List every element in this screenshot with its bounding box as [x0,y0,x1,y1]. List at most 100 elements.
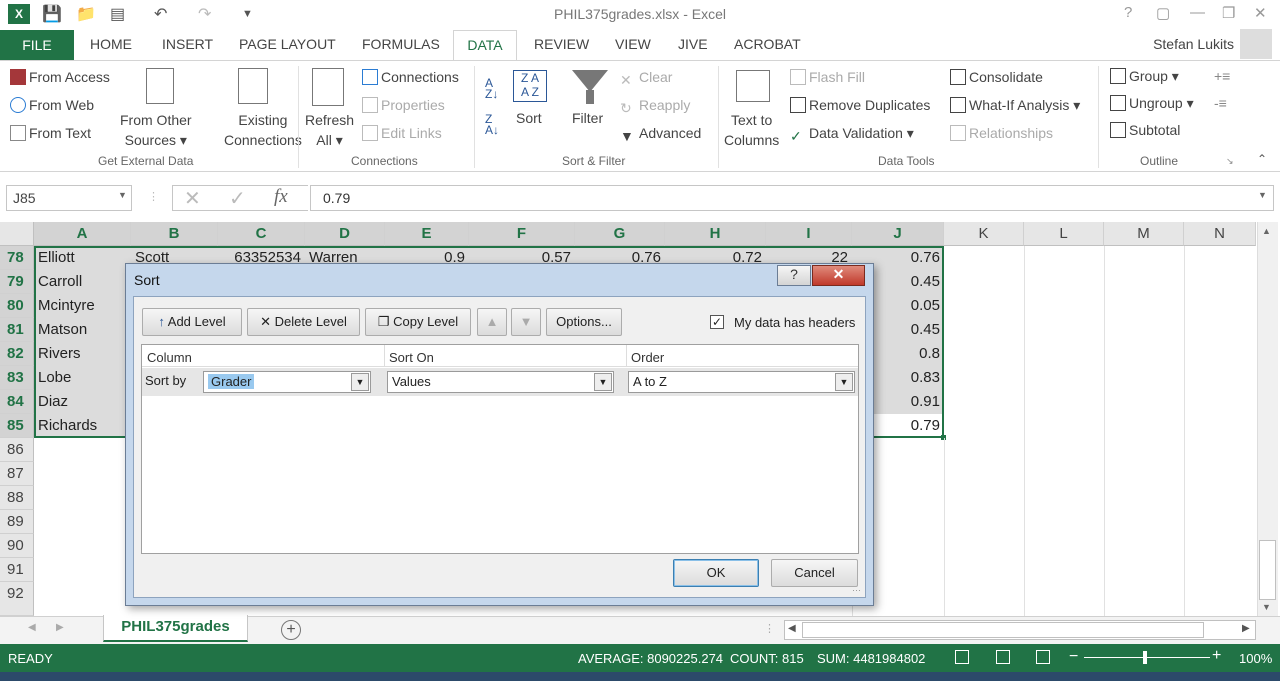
row-header[interactable]: 85 [0,414,34,438]
tab-formulas[interactable]: FORMULAS [362,36,440,52]
ribbon-display-icon[interactable]: ▢ [1156,4,1170,22]
scroll-left-icon[interactable]: ◀ [788,623,796,634]
options-button[interactable]: Options... [546,308,622,336]
move-up-button[interactable]: ▲ [477,308,507,336]
from-web-button[interactable]: From Web [10,97,94,113]
row-header[interactable]: 82 [0,342,34,366]
dialog-launcher-icon[interactable]: ↘ [1226,156,1234,167]
tab-home[interactable]: HOME [90,36,132,52]
move-down-button[interactable]: ▼ [511,308,541,336]
row-header[interactable]: 81 [0,318,34,342]
tab-data[interactable]: DATA [453,30,517,61]
delete-level-button[interactable]: ✕ Delete Level [247,308,360,336]
tab-insert[interactable]: INSERT [162,36,213,52]
column-header[interactable]: F [469,222,575,246]
from-access-button[interactable]: From Access [10,69,110,85]
restore-icon[interactable]: ❐ [1222,4,1235,22]
sort-ascending-icon[interactable]: A Z↓ [485,77,498,100]
select-all-button[interactable] [0,222,34,246]
zoom-slider-thumb[interactable] [1143,651,1147,664]
column-header[interactable]: L [1024,222,1104,246]
cell[interactable]: Richards [34,414,131,438]
column-header[interactable]: N [1184,222,1256,246]
close-icon[interactable]: ✕ [1254,4,1267,22]
ok-button[interactable]: OK [673,559,759,587]
tab-acrobat[interactable]: ACROBAT [734,36,801,52]
scroll-right-icon[interactable]: ▶ [1242,623,1250,634]
cell[interactable]: Rivers [34,342,131,366]
headers-checkbox-label[interactable]: My data has headers [734,315,855,330]
column-header[interactable]: E [385,222,469,246]
column-header[interactable]: C [218,222,305,246]
cell[interactable]: Lobe [34,366,131,390]
filter-button[interactable]: Filter [572,110,603,126]
row-header[interactable]: 78 [0,246,34,270]
tab-file[interactable]: FILE [0,30,74,60]
scroll-up-icon[interactable]: ▲ [1262,226,1271,236]
column-header[interactable]: I [766,222,852,246]
zoom-in-icon[interactable]: + [1212,647,1221,665]
user-name[interactable]: Stefan Lukits [1153,36,1234,52]
row-header[interactable]: 89 [0,510,34,534]
connections-button[interactable]: Connections [362,69,459,85]
copy-level-button[interactable]: ❐ Copy Level [365,308,471,336]
vertical-scroll-thumb[interactable] [1259,540,1276,600]
prev-sheet-icon[interactable]: ◀ [28,622,36,633]
tab-view[interactable]: VIEW [615,36,651,52]
row-header[interactable]: 84 [0,390,34,414]
name-box-dropdown-icon[interactable]: ▼ [118,190,127,200]
sort-descending-icon[interactable]: Z A↓ [485,113,499,136]
scroll-down-icon[interactable]: ▼ [1262,602,1271,612]
cancel-formula-icon[interactable]: ✕ [184,186,201,211]
insert-function-icon[interactable]: fx [274,186,288,208]
cell[interactable]: Diaz [34,390,131,414]
sort-on-select[interactable]: Values ▼ [387,371,614,393]
show-detail-icon[interactable]: +≡ [1214,68,1230,84]
collapse-ribbon-icon[interactable]: ⌃ [1257,152,1267,166]
cell[interactable]: Mcintyre [34,294,131,318]
next-sheet-icon[interactable]: ▶ [56,622,64,633]
cell[interactable]: Matson [34,318,131,342]
column-header[interactable]: B [131,222,218,246]
hide-detail-icon[interactable]: -≡ [1214,95,1227,111]
advanced-button[interactable]: ▼ Advanced [620,125,701,144]
normal-view-icon[interactable] [955,650,969,664]
remove-duplicates-button[interactable]: Remove Duplicates [790,97,930,113]
enter-formula-icon[interactable]: ✓ [229,186,246,211]
subtotal-button[interactable]: Subtotal [1110,122,1180,138]
row-header[interactable]: 86 [0,438,34,462]
sort-column-select[interactable]: Grader ▼ [203,371,371,393]
row-header[interactable]: 79 [0,270,34,294]
from-other-sources-button[interactable]: From Other Sources ▾ [120,110,192,150]
row-header[interactable]: 80 [0,294,34,318]
refresh-all-button[interactable]: Refresh All ▾ [305,110,354,150]
sort-button[interactable]: Sort [516,110,542,126]
dialog-help-icon[interactable]: ? [777,265,811,286]
from-text-button[interactable]: From Text [10,125,91,141]
ungroup-button[interactable]: Ungroup ▾ [1110,95,1194,112]
expand-formula-bar-icon[interactable]: ▼ [1258,190,1267,200]
tab-jive[interactable]: JIVE [678,36,708,52]
row-header[interactable]: 87 [0,462,34,486]
column-header[interactable]: D [305,222,385,246]
tab-split-grip-icon[interactable]: ⋮ [764,622,775,635]
cancel-button[interactable]: Cancel [771,559,858,587]
horizontal-scroll-thumb[interactable] [802,622,1204,638]
zoom-out-icon[interactable]: − [1069,648,1078,666]
minimize-icon[interactable]: — [1190,4,1205,21]
column-header[interactable]: H [665,222,766,246]
help-icon[interactable]: ? [1124,4,1132,21]
row-header[interactable]: 91 [0,558,34,582]
order-select[interactable]: A to Z ▼ [628,371,855,393]
cell[interactable]: Carroll [34,270,131,294]
dialog-close-icon[interactable]: ✕ [812,265,865,286]
row-header[interactable]: 83 [0,366,34,390]
zoom-slider[interactable] [1084,657,1210,658]
tab-page-layout[interactable]: PAGE LAYOUT [239,36,336,52]
consolidate-button[interactable]: Consolidate [950,69,1043,85]
row-header[interactable]: 90 [0,534,34,558]
add-level-button[interactable]: ↑ Add Level [142,308,242,336]
column-header[interactable]: K [944,222,1024,246]
tab-review[interactable]: REVIEW [534,36,589,52]
row-header[interactable]: 92 [0,582,34,616]
